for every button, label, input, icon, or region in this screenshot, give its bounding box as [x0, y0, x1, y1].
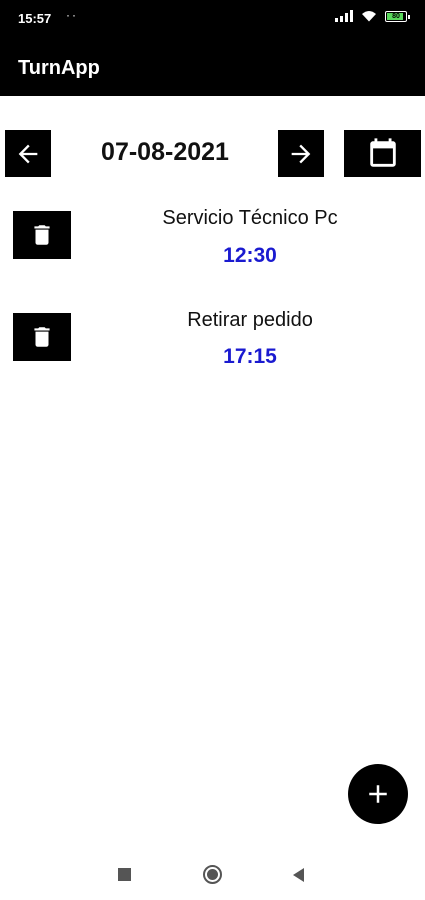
- status-time: 15:57: [18, 11, 52, 26]
- system-navigation-bar: [0, 850, 425, 900]
- home-button[interactable]: [203, 865, 222, 884]
- recents-button[interactable]: [118, 868, 131, 881]
- appointment-time: 17:15: [223, 345, 277, 368]
- appointment-item: Retirar pedido 17:15: [0, 302, 425, 382]
- back-button[interactable]: [293, 868, 304, 882]
- app-title: TurnApp: [18, 57, 100, 79]
- plus-icon: [369, 785, 387, 803]
- calendar-icon: [369, 137, 396, 167]
- calendar-button[interactable]: [344, 130, 421, 177]
- appointment-time: 12:30: [223, 244, 277, 267]
- status-bar: 15:57 ·· 80: [0, 0, 425, 38]
- trash-icon: [34, 225, 50, 245]
- arrow-right-icon: [291, 144, 311, 163]
- battery-level: 80: [392, 12, 400, 20]
- wifi-icon: [362, 11, 376, 22]
- appointment-title: Servicio Técnico Pc: [162, 207, 338, 229]
- delete-appointment-button[interactable]: [13, 211, 71, 259]
- appointment-item: Servicio Técnico Pc 12:30: [0, 200, 425, 280]
- next-day-button[interactable]: [278, 130, 324, 177]
- signal-icon: [335, 10, 353, 22]
- trash-icon: [34, 327, 50, 347]
- app-header: 15:57 ·· 80 TurnApp: [0, 0, 425, 96]
- status-icons: 80: [335, 10, 410, 22]
- battery-icon: 80: [385, 10, 410, 22]
- delete-appointment-button[interactable]: [13, 313, 71, 361]
- current-date: 07-08-2021: [101, 138, 229, 166]
- previous-day-button[interactable]: [5, 130, 51, 177]
- add-appointment-button[interactable]: [348, 764, 408, 824]
- arrow-left-icon: [18, 144, 38, 163]
- appointment-title: Retirar pedido: [187, 309, 313, 331]
- notification-dots: ··: [66, 8, 78, 22]
